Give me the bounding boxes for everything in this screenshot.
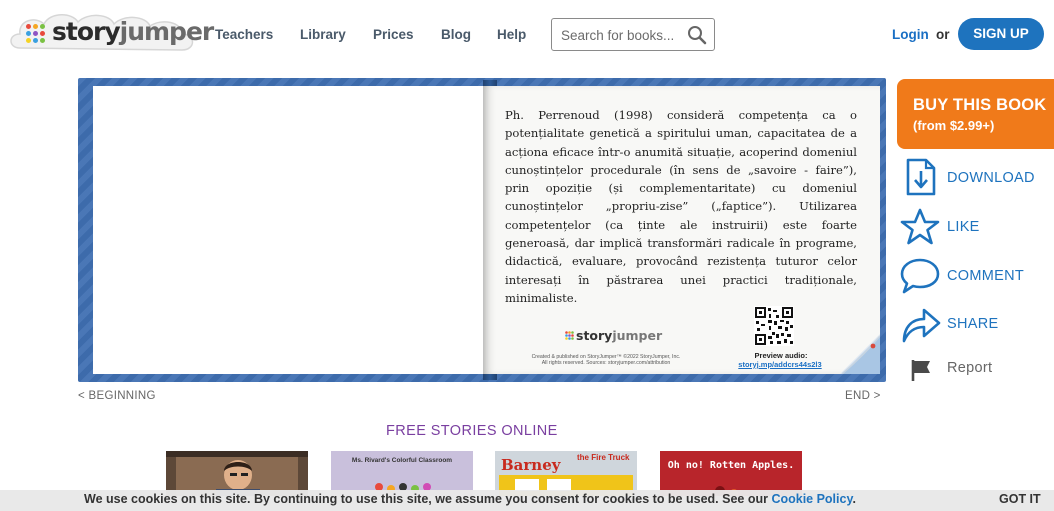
logo-dots-icon (26, 24, 48, 44)
nav-blog[interactable]: Blog (441, 27, 471, 42)
page-storyjumper-logo: storyjumper (565, 328, 662, 343)
cookie-policy-link[interactable]: Cookie Policy (771, 492, 852, 506)
book-page-left[interactable] (93, 86, 485, 374)
nav-teachers[interactable]: Teachers (215, 27, 273, 42)
buy-title: BUY THIS BOOK (913, 96, 1047, 114)
book-thumbnail-subtitle: the Fire Truck (577, 453, 630, 462)
login-link[interactable]: Login (892, 27, 929, 42)
buy-price: (from $2.99+) (913, 118, 995, 133)
share-label: SHARE (947, 316, 999, 332)
nav-library[interactable]: Library (300, 27, 346, 42)
end-link[interactable]: END > (845, 390, 881, 402)
download-icon (906, 158, 936, 196)
cookie-banner: We use cookies on this site. By continui… (0, 490, 1054, 511)
credit-text: Created & published on StoryJumper™ ©202… (531, 354, 681, 366)
preview-audio-label: Preview audio: (754, 351, 808, 360)
report-label: Report (947, 360, 993, 376)
logo-text: storyjumper (52, 17, 214, 46)
speech-bubble-icon (900, 258, 940, 294)
download-button[interactable]: DOWNLOAD (900, 158, 1050, 198)
signup-button[interactable]: SIGN UP (958, 18, 1044, 50)
book-page-right[interactable]: Ph. Perrenoud (1998) consideră competenț… (483, 86, 880, 374)
qr-code-icon (754, 306, 794, 346)
search-input[interactable] (561, 25, 681, 45)
flag-icon (911, 360, 930, 381)
free-stories-title: FREE STORIES ONLINE (386, 423, 558, 439)
like-label: LIKE (947, 219, 980, 235)
report-button[interactable]: Report (900, 357, 1050, 397)
page-curl-icon[interactable] (840, 334, 880, 374)
download-label: DOWNLOAD (947, 170, 1035, 186)
star-icon (900, 208, 940, 245)
cookie-text: We use cookies on this site. By continui… (84, 492, 856, 506)
or-label: or (936, 27, 950, 42)
page-text: Ph. Perrenoud (1998) consideră competenț… (505, 108, 857, 305)
book-thumbnail-title: Barney (501, 456, 561, 474)
beginning-link[interactable]: < BEGINNING (78, 390, 156, 402)
search-icon[interactable] (686, 24, 708, 46)
got-it-button[interactable]: GOT IT (999, 492, 1041, 506)
share-button[interactable]: SHARE (900, 305, 1050, 345)
buy-this-book-button[interactable]: BUY THIS BOOK (from $2.99+) (897, 79, 1054, 149)
book-viewer: Ph. Perrenoud (1998) consideră competenț… (78, 78, 886, 382)
like-button[interactable]: LIKE (900, 207, 1050, 247)
logo-dots-icon (565, 331, 574, 340)
storyjumper-logo[interactable]: storyjumper (6, 8, 214, 58)
share-arrow-icon (902, 308, 941, 343)
comment-label: COMMENT (947, 268, 1025, 284)
nav-help[interactable]: Help (497, 27, 526, 42)
search-box (551, 18, 715, 51)
nav-prices[interactable]: Prices (373, 27, 414, 42)
preview-audio-link[interactable]: storyj.mp/addcrs44s2l3 (730, 360, 830, 369)
comment-button[interactable]: COMMENT (900, 256, 1050, 296)
